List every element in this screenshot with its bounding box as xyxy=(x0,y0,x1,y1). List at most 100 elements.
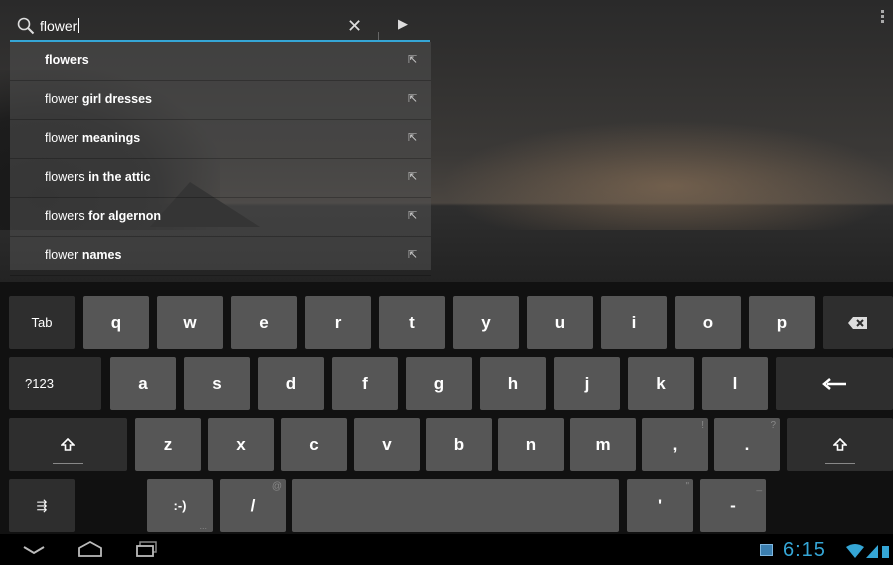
key-symbols[interactable]: ?123 xyxy=(9,357,101,410)
query-refine-icon[interactable]: ⇱ xyxy=(408,170,417,183)
suggestion-item[interactable]: flowers ⇱ xyxy=(10,42,431,81)
suggestion-prefix: flowers xyxy=(45,170,85,184)
search-icon xyxy=(17,17,35,35)
key-comma-hint: ! xyxy=(701,420,704,431)
key-slash-hint: @ xyxy=(271,481,282,492)
key-period-label: . xyxy=(744,434,750,454)
query-refine-icon[interactable]: ⇱ xyxy=(408,248,417,261)
key-g[interactable]: g xyxy=(406,357,472,410)
key-o[interactable]: o xyxy=(675,296,741,349)
suggestion-item[interactable]: flowers in the attic ⇱ xyxy=(10,159,431,198)
key-l[interactable]: l xyxy=(702,357,768,410)
key-dash-hint: _ xyxy=(756,481,762,492)
divider xyxy=(378,32,379,40)
clear-icon[interactable]: ✕ xyxy=(347,16,362,37)
suggestion-suffix: for algernon xyxy=(84,209,161,223)
key-apostrophe-hint: " xyxy=(685,481,689,492)
key-b[interactable]: b xyxy=(426,418,492,471)
key-smiley-label: :-) xyxy=(173,498,187,513)
key-dash-label: - xyxy=(730,495,736,515)
overflow-menu-icon[interactable] xyxy=(881,10,885,25)
key-m[interactable]: m xyxy=(570,418,636,471)
recent-apps-icon[interactable] xyxy=(134,540,160,558)
suggestion-suffix: names xyxy=(78,248,122,262)
suggestion-prefix: flower xyxy=(45,131,79,145)
suggestion-item[interactable]: flower names ⇱ xyxy=(10,237,431,276)
key-j[interactable]: j xyxy=(554,357,620,410)
shift-indicator xyxy=(53,463,83,464)
key-s[interactable]: s xyxy=(184,357,250,410)
key-r[interactable]: r xyxy=(305,296,371,349)
key-x[interactable]: x xyxy=(208,418,274,471)
search-bar[interactable]: flower ✕ ▶ xyxy=(10,8,430,42)
suggestion-item[interactable]: flower meanings ⇱ xyxy=(10,120,431,159)
key-q[interactable]: q xyxy=(83,296,149,349)
suggestion-suffix: meanings xyxy=(78,131,141,145)
key-enter[interactable] xyxy=(776,357,893,410)
shift-icon xyxy=(61,437,75,451)
key-c[interactable]: c xyxy=(281,418,347,471)
signal-icon xyxy=(866,545,878,558)
key-t[interactable]: t xyxy=(379,296,445,349)
suggestion-suffix: girl dresses xyxy=(78,92,152,106)
wallpaper-sunset-glow xyxy=(440,120,893,230)
key-shift-left[interactable] xyxy=(9,418,127,471)
query-refine-icon[interactable]: ⇱ xyxy=(408,131,417,144)
key-y[interactable]: y xyxy=(453,296,519,349)
shift-indicator xyxy=(825,463,855,464)
query-refine-icon[interactable]: ⇱ xyxy=(408,209,417,222)
settings-icon: ⇶ xyxy=(36,497,48,513)
key-a[interactable]: a xyxy=(110,357,176,410)
enter-icon xyxy=(821,377,846,390)
key-k[interactable]: k xyxy=(628,357,694,410)
key-p[interactable]: p xyxy=(749,296,815,349)
clock: 6:15 xyxy=(783,539,826,561)
search-input[interactable]: flower xyxy=(40,18,79,34)
key-period[interactable]: . ? xyxy=(714,418,780,471)
key-i[interactable]: i xyxy=(601,296,667,349)
key-w[interactable]: w xyxy=(157,296,223,349)
suggestion-item[interactable]: flower girl dresses ⇱ xyxy=(10,81,431,120)
key-dash[interactable]: - _ xyxy=(700,479,766,532)
key-d[interactable]: d xyxy=(258,357,324,410)
suggestion-list: flowers ⇱ flower girl dresses ⇱ flower m… xyxy=(10,42,431,276)
query-refine-icon[interactable]: ⇱ xyxy=(408,92,417,105)
query-refine-icon[interactable]: ⇱ xyxy=(408,53,417,66)
suggestion-item[interactable]: flowers for algernon ⇱ xyxy=(10,198,431,237)
key-slash[interactable]: / @ xyxy=(220,479,286,532)
suggestion-prefix: flowers xyxy=(45,53,89,67)
suggestion-suffix: in the attic xyxy=(84,170,151,184)
wifi-icon xyxy=(846,544,864,558)
key-h[interactable]: h xyxy=(480,357,546,410)
suggestion-prefix: flowers xyxy=(45,209,85,223)
system-bar: 6:15 xyxy=(0,534,893,565)
hide-keyboard-icon[interactable] xyxy=(22,544,46,556)
key-z[interactable]: z xyxy=(135,418,201,471)
key-tab[interactable]: Tab xyxy=(9,296,75,349)
key-shift-right[interactable] xyxy=(787,418,893,471)
notification-icon[interactable] xyxy=(760,544,773,556)
key-apostrophe[interactable]: ' " xyxy=(627,479,693,532)
key-comma-label: , xyxy=(672,434,678,454)
key-smiley[interactable]: :-) ... xyxy=(147,479,213,532)
suggestion-prefix: flower xyxy=(45,92,79,106)
key-settings[interactable]: ⇶ xyxy=(9,479,75,532)
key-v[interactable]: v xyxy=(354,418,420,471)
backspace-icon xyxy=(848,316,867,329)
status-icons xyxy=(846,544,889,558)
key-slash-label: / xyxy=(250,495,256,515)
key-n[interactable]: n xyxy=(498,418,564,471)
key-comma[interactable]: , ! xyxy=(642,418,708,471)
key-f[interactable]: f xyxy=(332,357,398,410)
key-backspace[interactable] xyxy=(823,296,893,349)
key-space[interactable] xyxy=(292,479,619,532)
key-smiley-more: ... xyxy=(199,521,207,531)
home-icon[interactable] xyxy=(77,540,103,558)
shift-icon xyxy=(833,437,847,451)
key-u[interactable]: u xyxy=(527,296,593,349)
key-e[interactable]: e xyxy=(231,296,297,349)
go-arrow-icon[interactable]: ▶ xyxy=(398,16,408,32)
soft-keyboard: Tab q w e r t y u i o p ?123 a s d f g h… xyxy=(0,282,893,534)
key-period-hint: ? xyxy=(770,420,776,431)
suggestion-prefix: flower xyxy=(45,248,79,262)
